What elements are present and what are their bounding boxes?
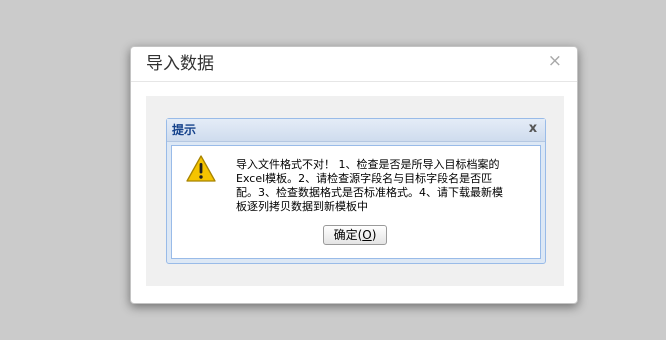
import-data-dialog: 导入数据 × 提示 x 导入文件格式不对！ 1、检查是否是所导入目标档案的 Ex…	[130, 46, 578, 304]
alert-dialog: 提示 x 导入文件格式不对！ 1、检查是否是所导入目标档案的 Excel模板。2…	[166, 118, 546, 264]
ok-button[interactable]: 确定(O)	[323, 225, 387, 245]
alert-message: 导入文件格式不对！ 1、检查是否是所导入目标档案的 Excel模板。2、请检查源…	[236, 158, 503, 213]
close-icon[interactable]: ×	[548, 51, 562, 71]
alert-header[interactable]: 提示 x	[167, 119, 545, 142]
ok-button-suffix: )	[371, 228, 377, 242]
title-divider	[131, 81, 577, 82]
alert-close-icon[interactable]: x	[526, 122, 540, 136]
dialog-body: 提示 x 导入文件格式不对！ 1、检查是否是所导入目标档案的 Excel模板。2…	[146, 96, 564, 286]
warning-icon	[186, 155, 216, 182]
alert-title: 提示	[172, 123, 197, 137]
ok-button-mnemonic: O	[362, 228, 372, 242]
alert-body: 导入文件格式不对！ 1、检查是否是所导入目标档案的 Excel模板。2、请检查源…	[171, 145, 541, 259]
ok-button-label: 确定(	[333, 228, 363, 242]
dialog-title: 导入数据	[146, 54, 214, 74]
